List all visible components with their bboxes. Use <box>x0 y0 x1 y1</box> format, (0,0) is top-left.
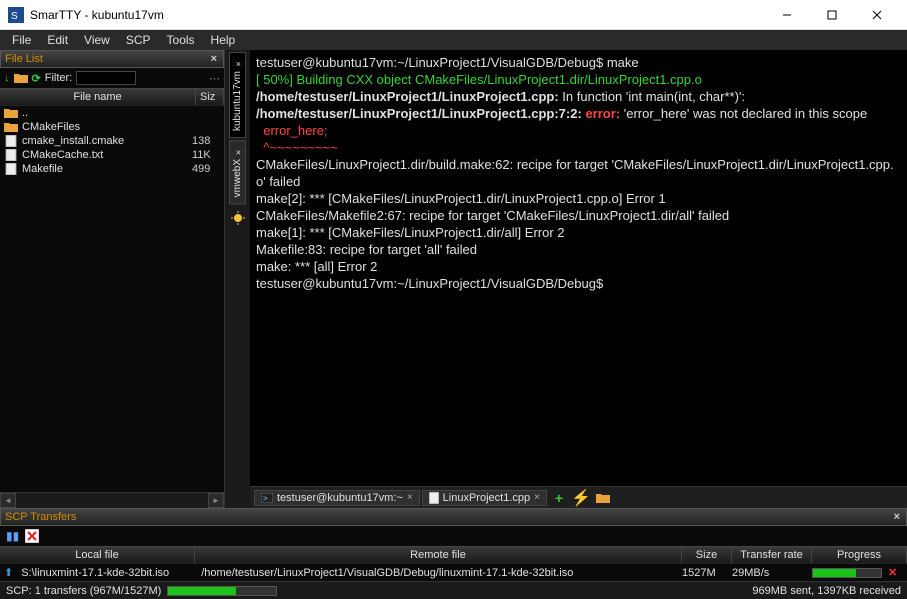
size-cell: 1527M <box>678 567 728 579</box>
menu-bar: File Edit View SCP Tools Help <box>0 30 907 50</box>
file-icon <box>4 149 22 161</box>
minimize-button[interactable] <box>764 0 809 29</box>
scp-close-icon[interactable]: × <box>892 511 902 523</box>
status-left: SCP: 1 transfers (967M/1527M) <box>6 585 161 597</box>
progress-cell: ✕ <box>808 566 903 579</box>
window-title: SmarTTY - kubuntu17vm <box>30 8 764 22</box>
file-name: CMakeCache.txt <box>22 149 192 161</box>
vtab-close-icon[interactable]: × <box>235 147 240 157</box>
folder-icon <box>4 107 22 119</box>
svg-text:S: S <box>11 11 18 22</box>
terminal-icon: > <box>261 493 273 503</box>
file-list-close-icon[interactable]: × <box>209 53 219 65</box>
file-list-header: File List × <box>0 50 224 68</box>
bottom-tabs: > testuser@kubuntu17vm:~ × LinuxProject1… <box>250 486 907 508</box>
close-button[interactable] <box>854 0 899 29</box>
vtab-close-icon[interactable]: × <box>235 59 240 69</box>
terminal-output[interactable]: testuser@kubuntu17vm:~/LinuxProject1/Vis… <box>250 50 907 486</box>
scp-transfers-panel: SCP Transfers × ▮▮ Local file Remote fil… <box>0 508 907 581</box>
cancel-transfer-icon[interactable] <box>25 529 39 543</box>
download-arrow-icon[interactable]: ↓ <box>4 72 10 84</box>
menu-tools[interactable]: Tools <box>159 31 203 49</box>
col-filename[interactable]: File name <box>0 89 196 105</box>
file-list-toolbar: ↓ ⟳ Filter: ⋯ <box>0 68 224 88</box>
progress-bar <box>812 568 882 578</box>
scp-title: SCP Transfers <box>5 511 76 523</box>
col-transfer-rate[interactable]: Transfer rate <box>732 547 812 563</box>
svg-text:>: > <box>263 494 268 503</box>
status-right: 969MB sent, 1397KB received <box>752 585 901 597</box>
file-list-hscroll[interactable]: ◄ ► <box>0 492 224 508</box>
file-row[interactable]: Makefile499 <box>0 162 224 176</box>
upload-arrow-icon: ⬆ <box>4 566 13 579</box>
file-name: Makefile <box>22 163 192 175</box>
scp-header: SCP Transfers × <box>0 508 907 526</box>
scroll-left-icon[interactable]: ◄ <box>0 493 16 508</box>
tab-label: testuser@kubuntu17vm:~ <box>277 492 403 504</box>
file-icon <box>429 492 439 504</box>
window-titlebar: S SmarTTY - kubuntu17vm <box>0 0 907 30</box>
app-icon: S <box>8 7 24 23</box>
vtab-vmwebx[interactable]: vmwebX× <box>229 140 246 204</box>
lightning-icon[interactable]: ⚡ <box>571 489 591 507</box>
file-name: .. <box>22 107 192 119</box>
menu-help[interactable]: Help <box>203 31 244 49</box>
col-size[interactable]: Siz <box>196 89 224 105</box>
rate-cell: 29MB/s <box>728 567 808 579</box>
sun-icon[interactable] <box>230 210 246 226</box>
scp-columns: Local file Remote file Size Transfer rat… <box>0 546 907 564</box>
file-row[interactable]: cmake_install.cmake138 <box>0 134 224 148</box>
terminal-area: kubuntu17vm× vmwebX× testuser@kubuntu17v… <box>225 50 907 508</box>
file-list-rows: ..CMakeFilescmake_install.cmake138CMakeC… <box>0 106 224 492</box>
remote-file-cell: /home/testuser/LinuxProject1/VisualGDB/D… <box>197 567 678 579</box>
menu-file[interactable]: File <box>4 31 39 49</box>
file-list-columns: File name Siz <box>0 88 224 106</box>
cancel-row-icon[interactable]: ✕ <box>888 566 897 579</box>
status-progress-bar <box>167 586 277 596</box>
folder-icon[interactable] <box>593 489 613 507</box>
file-row[interactable]: .. <box>0 106 224 120</box>
filter-dropdown-icon[interactable]: ⋯ <box>209 72 220 85</box>
col-progress[interactable]: Progress <box>812 547 907 563</box>
tab-file-editor[interactable]: LinuxProject1.cpp × <box>422 490 547 506</box>
scp-toolbar: ▮▮ <box>0 526 907 546</box>
tab-close-icon[interactable]: × <box>407 492 413 503</box>
file-list-title: File List <box>5 53 43 65</box>
maximize-button[interactable] <box>809 0 854 29</box>
filter-label: Filter: <box>45 72 73 84</box>
local-file-cell: S:\linuxmint-17.1-kde-32bit.iso <box>17 567 197 579</box>
file-icon <box>4 163 22 175</box>
file-row[interactable]: CMakeCache.txt11K <box>0 148 224 162</box>
status-bar: SCP: 1 transfers (967M/1527M) 969MB sent… <box>0 581 907 599</box>
menu-view[interactable]: View <box>76 31 118 49</box>
file-size: 11K <box>192 149 220 161</box>
tab-label: LinuxProject1.cpp <box>443 492 530 504</box>
file-list-panel: File List × ↓ ⟳ Filter: ⋯ File name Siz … <box>0 50 225 508</box>
file-icon <box>4 135 22 147</box>
add-tab-icon[interactable]: + <box>549 489 569 507</box>
folder-icon <box>4 121 22 133</box>
pause-icon[interactable]: ▮▮ <box>6 529 19 543</box>
open-folder-icon[interactable] <box>14 72 28 84</box>
file-name: CMakeFiles <box>22 121 192 133</box>
tab-terminal-session[interactable]: > testuser@kubuntu17vm:~ × <box>254 490 420 506</box>
file-name: cmake_install.cmake <box>22 135 192 147</box>
filter-input[interactable] <box>76 71 136 85</box>
vertical-tabs: kubuntu17vm× vmwebX× <box>225 50 250 508</box>
menu-scp[interactable]: SCP <box>118 31 159 49</box>
vtab-kubuntu17vm[interactable]: kubuntu17vm× <box>229 52 246 138</box>
tab-close-icon[interactable]: × <box>534 492 540 503</box>
scroll-right-icon[interactable]: ► <box>208 493 224 508</box>
file-size: 138 <box>192 135 220 147</box>
col-remote-file[interactable]: Remote file <box>195 547 682 563</box>
file-size: 499 <box>192 163 220 175</box>
col-size[interactable]: Size <box>682 547 732 563</box>
menu-edit[interactable]: Edit <box>39 31 76 49</box>
refresh-icon[interactable]: ⟳ <box>32 72 41 85</box>
scp-transfer-row[interactable]: ⬆ S:\linuxmint-17.1-kde-32bit.iso /home/… <box>0 564 907 581</box>
file-row[interactable]: CMakeFiles <box>0 120 224 134</box>
col-local-file[interactable]: Local file <box>0 547 195 563</box>
